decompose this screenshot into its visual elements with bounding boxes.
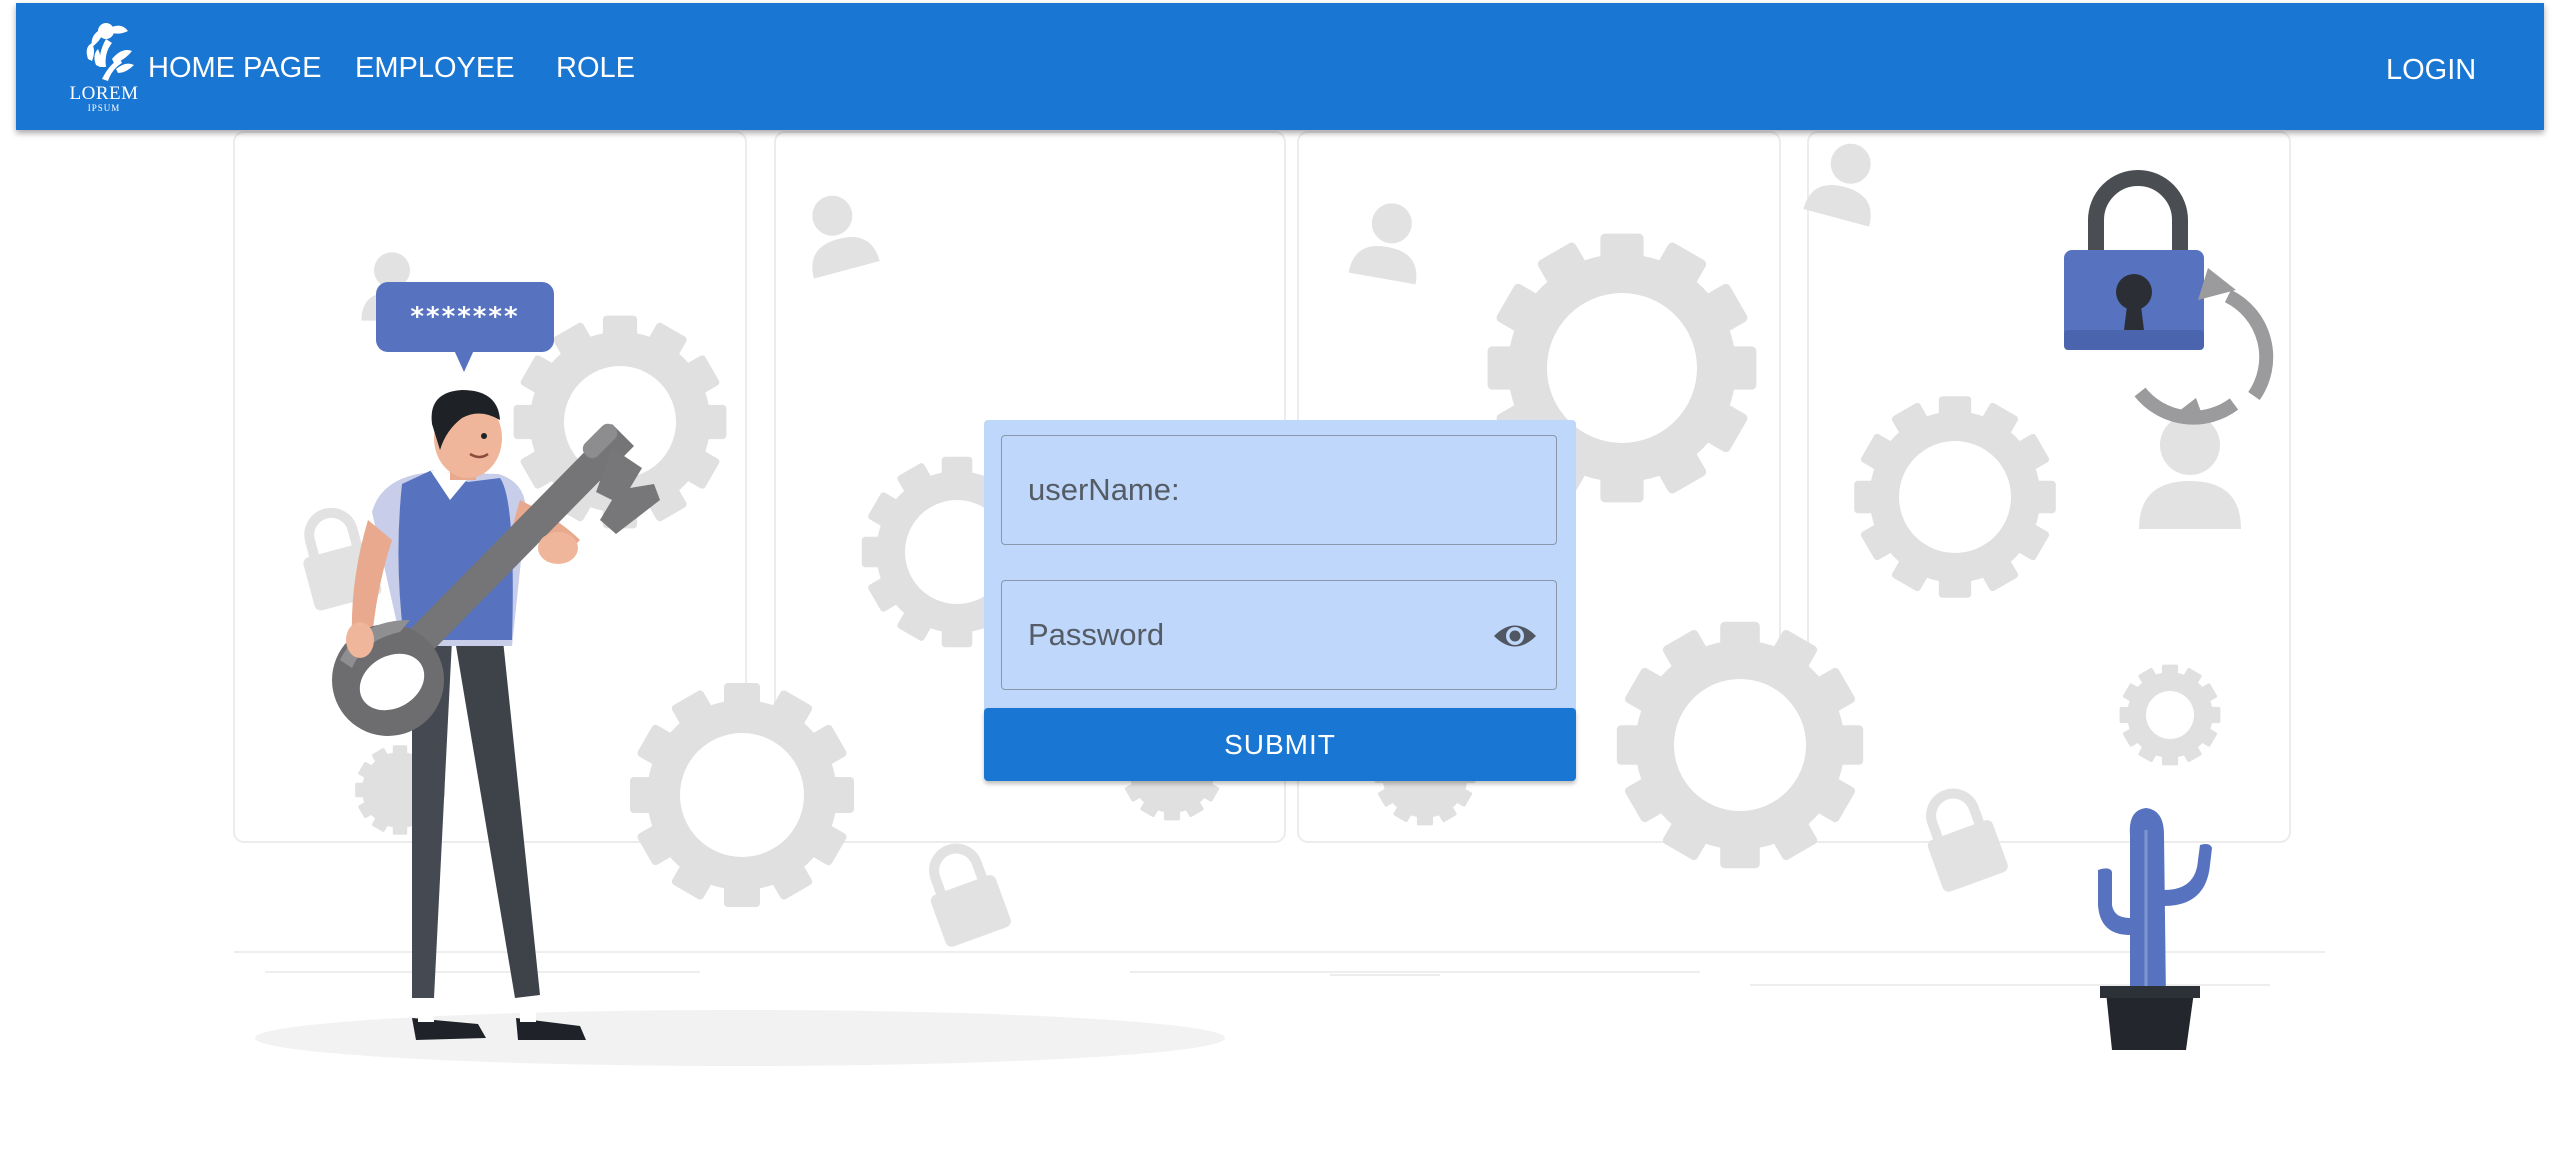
password-input[interactable] xyxy=(1002,581,1556,689)
username-input[interactable] xyxy=(1002,436,1556,544)
login-button[interactable]: LOGIN xyxy=(2386,53,2476,87)
app-bar: LOREM IPSUM HOME PAGE EMPLOYEE ROLE LOGI… xyxy=(16,3,2544,130)
masked-password-text: ******* xyxy=(410,302,520,332)
logo-subtext: IPSUM xyxy=(87,103,121,113)
nav-home-page[interactable]: HOME PAGE xyxy=(148,51,322,85)
show-password-eye-icon[interactable] xyxy=(1492,617,1538,655)
logo-text: LOREM xyxy=(69,83,139,104)
nav-employee[interactable]: EMPLOYEE xyxy=(355,51,515,85)
login-form: SUBMIT xyxy=(984,420,1576,781)
nav-role[interactable]: ROLE xyxy=(556,51,635,85)
brand-logo[interactable]: LOREM IPSUM xyxy=(62,19,146,119)
password-speech-bubble: ******* xyxy=(376,282,554,352)
password-field xyxy=(1001,580,1557,690)
username-field xyxy=(1001,435,1557,545)
leaf-logo-icon xyxy=(86,23,134,81)
submit-button[interactable]: SUBMIT xyxy=(984,708,1576,781)
